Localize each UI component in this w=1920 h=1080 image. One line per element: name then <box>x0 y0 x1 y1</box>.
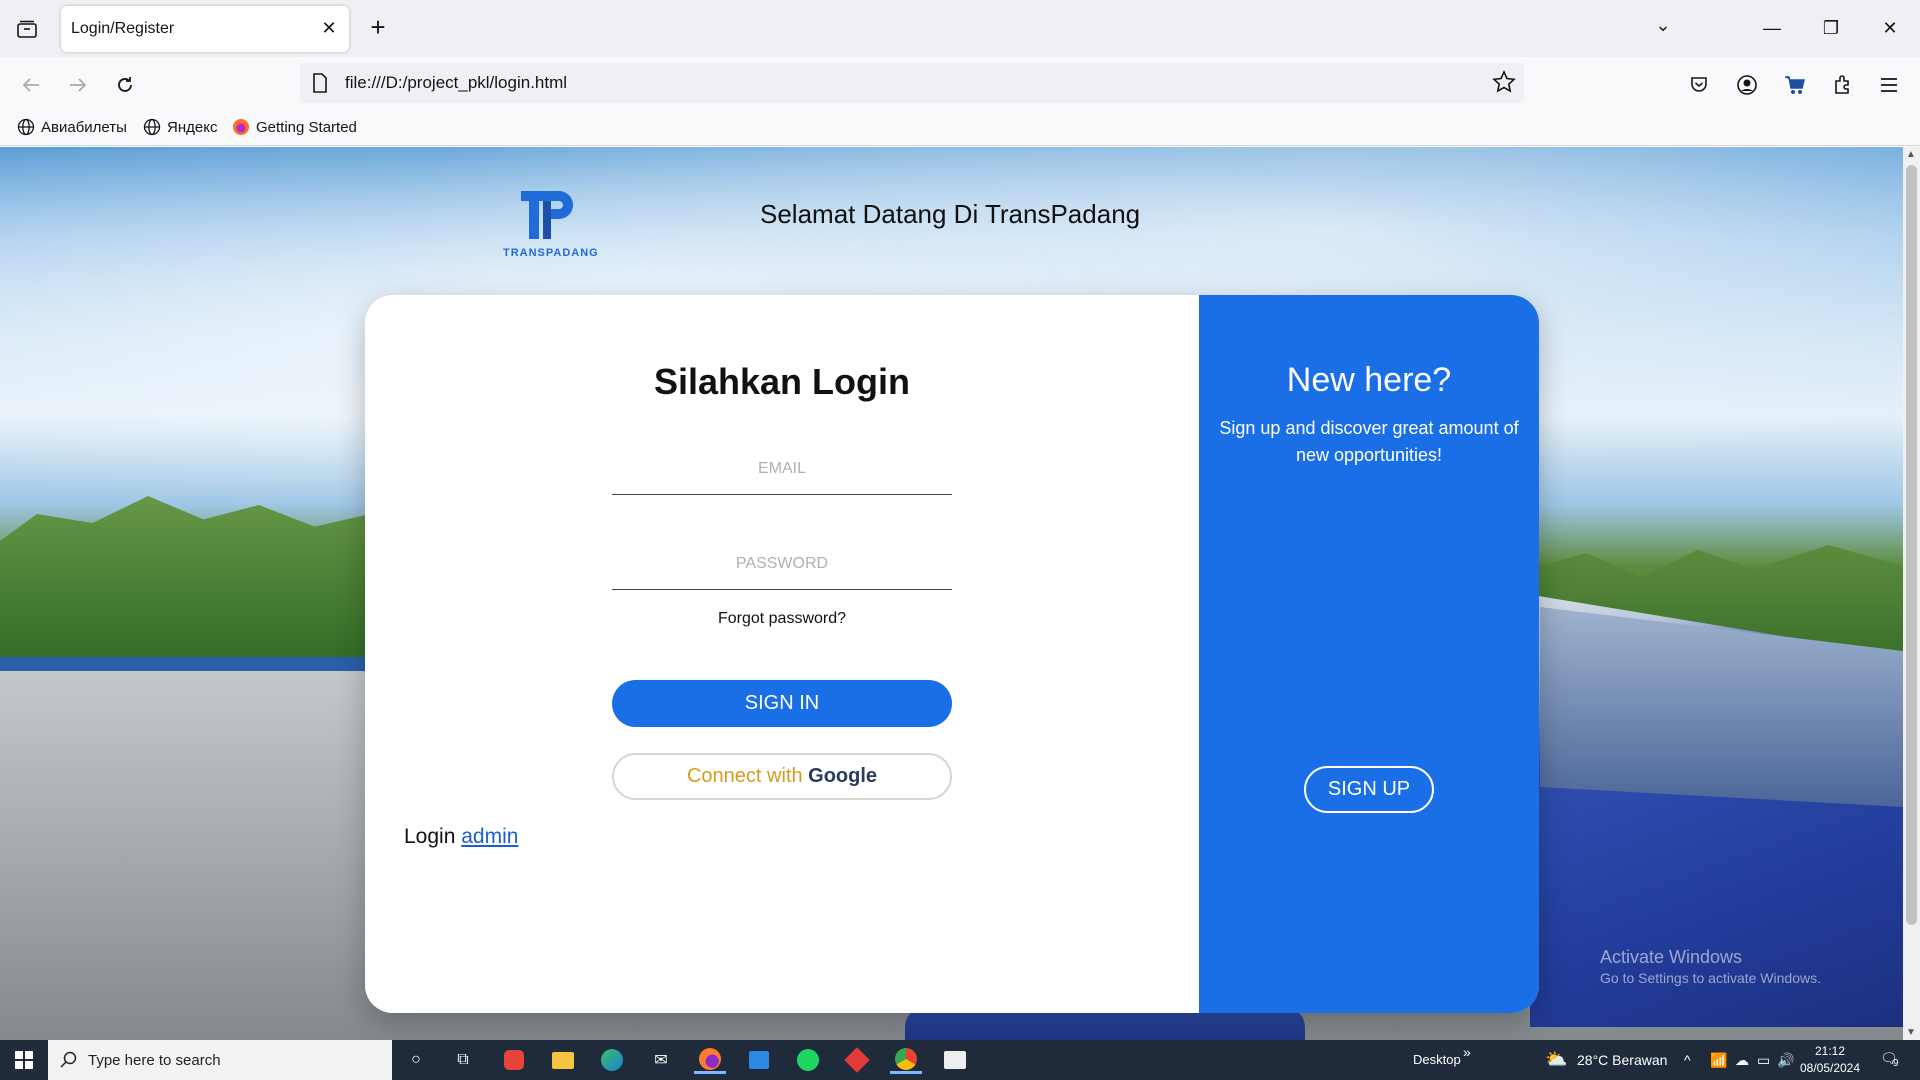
scroll-down-icon[interactable]: ▼ <box>1906 1027 1916 1038</box>
spotify-icon[interactable] <box>792 1046 824 1074</box>
password-input[interactable] <box>612 538 952 589</box>
globe-icon <box>17 118 35 136</box>
admin-prefix: Login <box>404 825 456 848</box>
google-connect-button[interactable]: Connect with Google <box>612 753 952 800</box>
admin-login-line: Login admin <box>404 825 518 849</box>
admin-link[interactable]: admin <box>461 825 518 848</box>
app-icon[interactable] <box>498 1046 530 1074</box>
chevron-up-icon[interactable]: ^ <box>1684 1052 1691 1068</box>
navigation-bar: file:///D:/project_pkl/login.html <box>0 57 1920 110</box>
url-text[interactable]: file:///D:/project_pkl/login.html <box>345 73 567 93</box>
sign-in-button[interactable]: SIGN IN <box>612 680 952 727</box>
clock-date: 08/05/2024 <box>1799 1061 1861 1075</box>
new-tab-icon[interactable]: + <box>364 14 392 42</box>
login-panel: Silahkan Login Forgot password? SIGN IN … <box>365 295 1199 1013</box>
menu-icon[interactable] <box>1873 69 1905 101</box>
page-viewport: TRANSPADANG Selamat Datang Di TransPadan… <box>0 147 1903 1040</box>
login-title: Silahkan Login <box>653 361 911 402</box>
close-tab-icon[interactable]: ✕ <box>319 18 339 38</box>
bookmarks-bar: Авиабилеты Яндекс Getting Started <box>0 110 1920 146</box>
network-icon[interactable]: 📶 <box>1710 1052 1727 1069</box>
volume-icon[interactable]: 🔊 <box>1777 1052 1794 1069</box>
windows-start-icon[interactable] <box>0 1040 48 1080</box>
google-prefix: Connect with <box>686 765 803 787</box>
account-icon[interactable] <box>1731 69 1763 101</box>
transpadang-logo <box>505 185 585 255</box>
system-clock[interactable]: 21:12 08/05/2024 <box>1795 1043 1865 1077</box>
browser-tab[interactable]: Login/Register ✕ <box>61 6 349 52</box>
firefox-icon <box>232 118 250 136</box>
watermark-subtitle: Go to Settings to activate Windows. <box>1600 970 1821 986</box>
signup-title: New here? <box>1286 361 1452 399</box>
chevron-right-icon[interactable]: » <box>1463 1044 1471 1060</box>
cart-icon[interactable] <box>1779 69 1811 101</box>
signup-panel: New here? Sign up and discover great amo… <box>1199 295 1539 1013</box>
onedrive-icon[interactable]: ☁ <box>1735 1052 1749 1069</box>
notification-count: 9 <box>1893 1058 1899 1069</box>
clock-time: 21:12 <box>1814 1044 1846 1058</box>
welcome-heading: Selamat Datang Di TransPadang <box>760 199 1141 229</box>
bookmark-label: Яндекс <box>167 118 218 136</box>
scroll-up-icon[interactable]: ▲ <box>1906 149 1916 160</box>
weather-icon: ⛅ <box>1545 1049 1568 1069</box>
photos-icon[interactable] <box>939 1046 971 1074</box>
email-field[interactable] <box>612 443 952 495</box>
restore-icon[interactable]: ❐ <box>1811 12 1851 44</box>
desktop-label[interactable]: Desktop <box>1413 1052 1461 1067</box>
reload-icon[interactable] <box>109 69 141 101</box>
firefox-view-icon[interactable] <box>14 16 40 42</box>
weather-text[interactable]: 28°C Berawan <box>1577 1052 1667 1068</box>
extensions-icon[interactable] <box>1826 69 1858 101</box>
battery-icon[interactable]: ▭ <box>1757 1052 1770 1069</box>
auth-card: Silahkan Login Forgot password? SIGN IN … <box>365 295 1539 1013</box>
email-input[interactable] <box>612 443 952 494</box>
file-explorer-icon[interactable] <box>547 1046 579 1074</box>
back-icon[interactable] <box>15 69 47 101</box>
globe-icon <box>143 118 161 136</box>
close-window-icon[interactable]: ✕ <box>1870 12 1910 44</box>
store-icon[interactable] <box>743 1046 775 1074</box>
chrome-icon[interactable] <box>890 1046 922 1074</box>
password-field[interactable] <box>612 538 952 590</box>
pocket-icon[interactable] <box>1683 69 1715 101</box>
bookmark-star-icon[interactable] <box>1492 70 1516 99</box>
sign-up-button[interactable]: SIGN UP <box>1304 766 1434 813</box>
search-placeholder: Type here to search <box>88 1051 221 1069</box>
activate-windows-watermark: Activate Windows Go to Settings to activ… <box>1600 947 1821 986</box>
task-view-icon[interactable]: ⧉ <box>447 1046 479 1074</box>
search-icon <box>60 1051 78 1074</box>
app-icon[interactable] <box>841 1046 873 1074</box>
forward-icon[interactable] <box>62 69 94 101</box>
page-icon <box>312 73 328 98</box>
chevron-down-icon[interactable]: ⌄ <box>1650 15 1676 41</box>
windows-taskbar: Type here to search ○ ⧉ ✉ Desktop » ⛅ 28… <box>0 1040 1920 1080</box>
screen: Login/Register ✕ + ⌄ — ❐ ✕ file:///D:/pr… <box>0 0 1920 1080</box>
signup-description: Sign up and discover great amount of new… <box>1219 418 1519 465</box>
forgot-password-link[interactable]: Forgot password? <box>365 610 1199 628</box>
bookmark-label: Getting Started <box>256 118 357 136</box>
edge-icon[interactable] <box>596 1046 628 1074</box>
firefox-icon[interactable] <box>694 1046 726 1074</box>
scrollbar-thumb[interactable] <box>1906 165 1917 925</box>
logo-text: TRANSPADANG <box>503 247 599 259</box>
bookmark-label: Авиабилеты <box>41 118 127 136</box>
background-fence <box>0 657 370 671</box>
taskbar-search[interactable]: Type here to search <box>48 1040 392 1080</box>
cortana-icon[interactable]: ○ <box>400 1046 432 1074</box>
tab-strip: Login/Register ✕ + ⌄ — ❐ ✕ <box>0 0 1920 57</box>
minimize-icon[interactable]: — <box>1752 12 1792 44</box>
page-scrollbar[interactable]: ▲ ▼ <box>1903 147 1920 1040</box>
google-brand: Google <box>808 765 878 787</box>
mail-icon[interactable]: ✉ <box>645 1046 677 1074</box>
watermark-title: Activate Windows <box>1600 947 1743 967</box>
tab-title: Login/Register <box>71 20 175 37</box>
bookmark-item[interactable]: Авиабилеты <box>17 118 127 136</box>
address-bar[interactable]: file:///D:/project_pkl/login.html <box>300 63 1524 103</box>
bookmark-item[interactable]: Яндекс <box>143 118 217 136</box>
bookmark-item[interactable]: Getting Started <box>232 118 357 136</box>
